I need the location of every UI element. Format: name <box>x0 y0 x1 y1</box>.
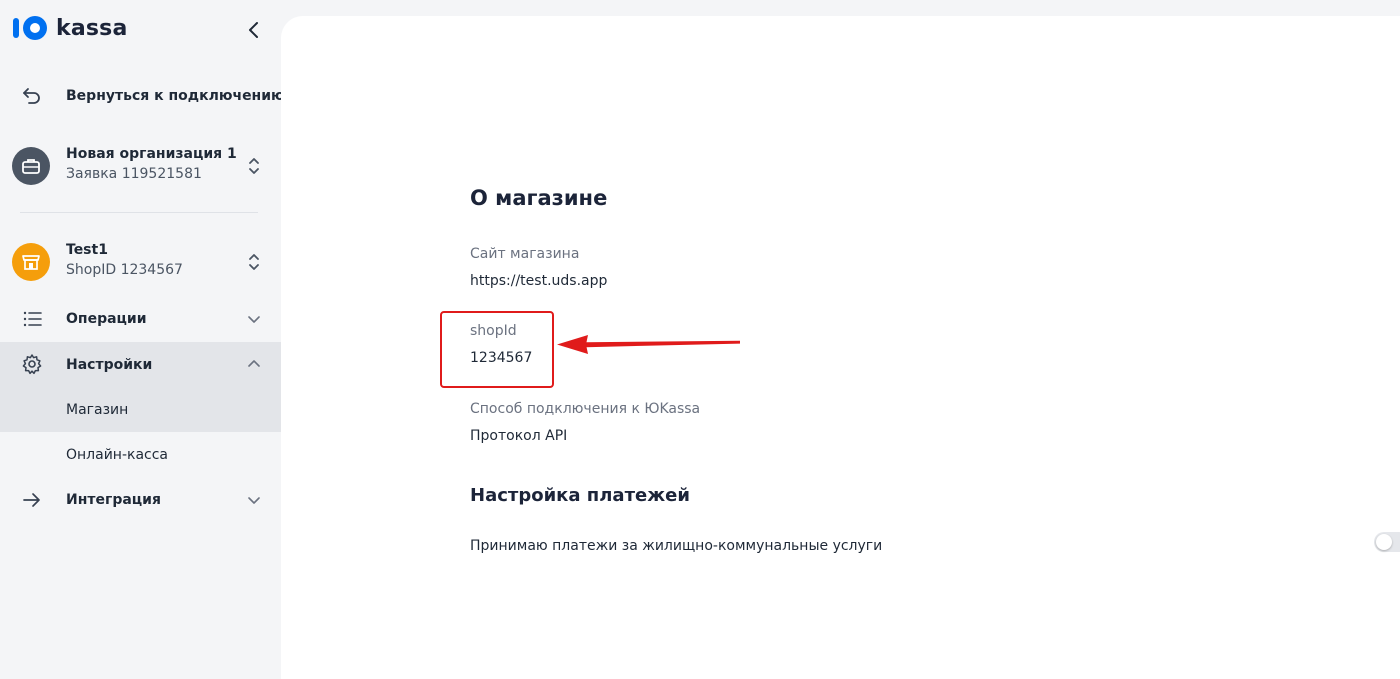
utility-payments-label: Принимаю платежи за жилищно-коммунальные… <box>470 538 883 554</box>
payments-settings-title: Настройка платежей <box>470 485 690 506</box>
back-to-connection-link[interactable]: Вернуться к подключению <box>0 84 285 108</box>
nav-settings-shop[interactable]: Магазин <box>0 387 281 432</box>
shop-subtitle: ShopID 1234567 <box>66 262 183 278</box>
shopid-value: 1234567 <box>470 350 533 366</box>
gear-icon <box>20 352 44 376</box>
site-label: Сайт магазина <box>470 246 580 262</box>
nav-settings-online-kassa[interactable]: Онлайн-касса <box>0 432 281 477</box>
nav-settings[interactable]: Настройки <box>0 342 281 387</box>
org-title: Новая организация 1 <box>66 146 237 162</box>
store-icon <box>12 243 50 281</box>
back-label: Вернуться к подключению <box>66 88 285 104</box>
list-icon <box>20 307 44 331</box>
nav-settings-label: Настройки <box>66 356 153 373</box>
undo-arrow-icon <box>20 84 44 108</box>
connection-method-value: Протокол API <box>470 428 568 444</box>
arrow-right-icon <box>20 488 44 512</box>
logo[interactable]: kassa <box>12 14 128 42</box>
main-panel: О магазине Сайт магазина https://test.ud… <box>281 16 1400 679</box>
utility-payments-toggle[interactable] <box>1374 532 1400 552</box>
nav-operations[interactable]: Операции <box>0 307 281 331</box>
toggle-knob <box>1376 534 1392 550</box>
nav-integration-label: Интеграция <box>66 492 161 508</box>
chevron-down-icon <box>248 316 260 323</box>
briefcase-icon <box>12 147 50 185</box>
nav-settings-shop-label: Магазин <box>66 401 129 418</box>
chevron-up-icon <box>248 360 260 367</box>
org-subtitle: Заявка 119521581 <box>66 166 202 182</box>
chevron-updown-icon <box>249 254 259 270</box>
sidebar-divider <box>20 212 258 213</box>
connection-method-label: Способ подключения к ЮKassa <box>470 401 701 417</box>
shop-title: Test1 <box>66 242 108 258</box>
shop-switcher[interactable]: Test1 ShopID 1234567 <box>0 242 281 282</box>
nav-settings-online-kassa-label: Онлайн-касса <box>66 446 169 463</box>
chevron-down-icon <box>248 497 260 504</box>
site-value: https://test.uds.app <box>470 273 608 289</box>
nav-integration[interactable]: Интеграция <box>0 488 281 512</box>
nav-operations-label: Операции <box>66 311 147 327</box>
shopid-label: shopId <box>470 323 517 339</box>
collapse-sidebar-icon[interactable] <box>244 18 264 42</box>
org-switcher[interactable]: Новая организация 1 Заявка 119521581 <box>0 146 281 186</box>
yookassa-logo-icon <box>13 16 47 40</box>
logo-text: kassa <box>56 15 128 41</box>
sidebar: kassa Вернуться к подключению Новая орга… <box>0 0 285 679</box>
chevron-updown-icon <box>249 158 259 174</box>
page-title: О магазине <box>470 186 608 210</box>
